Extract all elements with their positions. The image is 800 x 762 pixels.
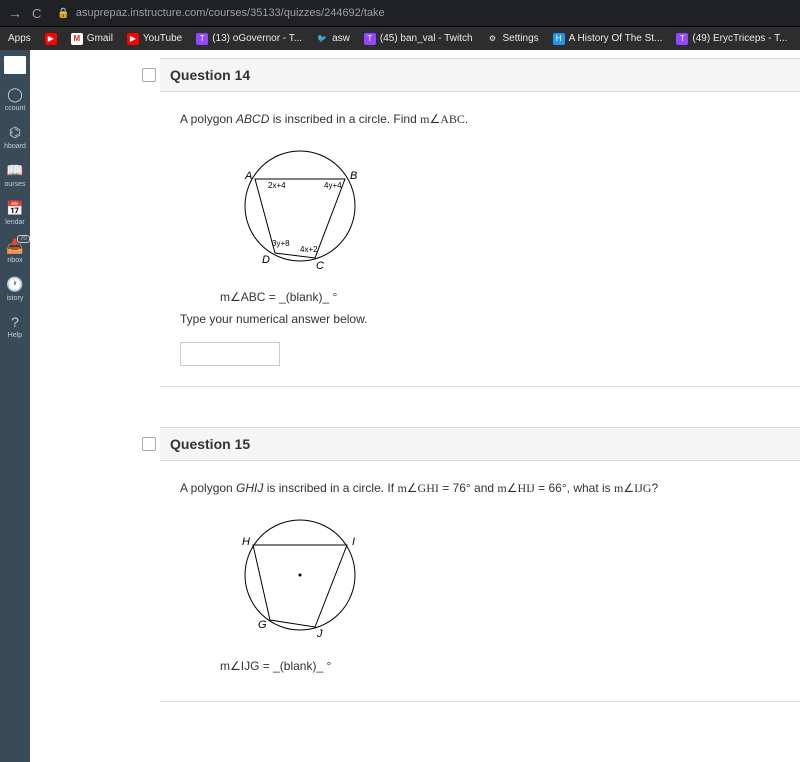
quiz-content: Question 14 A polygon ABCD is inscribed …	[30, 50, 800, 762]
svg-text:4y+4: 4y+4	[324, 181, 342, 190]
question-15-title: Question 15	[170, 436, 250, 452]
bookmark-eryc[interactable]: T(49) ErycTriceps - T...	[676, 33, 787, 45]
svg-text:B: B	[350, 170, 357, 182]
url-bar[interactable]: 🔒 asuprepaz.instructure.com/courses/3513…	[51, 5, 792, 21]
twitch-icon: T	[676, 33, 688, 45]
url-text: asuprepaz.instructure.com/courses/35133/…	[76, 7, 385, 19]
flag-question-icon[interactable]	[142, 68, 156, 82]
inbox-icon: 📥	[6, 238, 23, 255]
dashboard-icon: ⌬	[9, 124, 21, 141]
twitch-icon: T	[364, 33, 376, 45]
question-14-title: Question 14	[170, 67, 250, 83]
question-14-formula: m∠ABC = _(blank)_ °	[220, 290, 780, 304]
bookmark-history[interactable]: HA History Of The St...	[553, 33, 663, 45]
youtube-icon: ▶	[127, 33, 139, 45]
sidebar-item-calendar[interactable]: 📅 lendar	[0, 194, 30, 232]
bookmark-asw[interactable]: 🐦asw	[316, 33, 350, 45]
svg-text:J: J	[316, 628, 323, 640]
svg-text:D: D	[262, 254, 270, 266]
bookmark-youtube[interactable]: ▶YouTube	[127, 33, 182, 45]
svg-text:2x+4: 2x+4	[268, 181, 286, 190]
browser-top-bar: → C 🔒 asuprepaz.instructure.com/courses/…	[0, 0, 800, 26]
canvas-sidebar: ◯ ccount ⌬ hboard 📖 ourses 📅 lendar 📥 nb…	[0, 50, 30, 762]
question-14-answer-input[interactable]	[180, 342, 280, 366]
question-15-block: Question 15 A polygon GHIJ is inscribed …	[160, 427, 800, 702]
svg-text:I: I	[352, 536, 355, 548]
calendar-icon: 📅	[6, 200, 23, 217]
twitter-icon: 🐦	[316, 33, 328, 45]
reload-icon[interactable]: C	[32, 6, 41, 21]
lock-icon: 🔒	[57, 8, 69, 19]
svg-text:G: G	[258, 619, 267, 631]
account-icon: ◯	[7, 86, 23, 103]
history-icon: 🕐	[6, 276, 23, 293]
question-14-diagram: A B C D 2x+4 4y+4 4x+2 3y+8	[220, 141, 780, 274]
sidebar-item-history[interactable]: 🕐 istory	[0, 270, 30, 308]
history-site-icon: H	[553, 33, 565, 45]
svg-text:C: C	[316, 260, 324, 271]
svg-text:H: H	[242, 536, 250, 548]
question-14-prompt: A polygon ABCD is inscribed in a circle.…	[180, 112, 780, 127]
institution-logo[interactable]	[4, 56, 26, 74]
svg-text:4x+2: 4x+2	[300, 245, 318, 254]
sidebar-item-account[interactable]: ◯ ccount	[0, 80, 30, 118]
question-15-header: Question 15	[160, 428, 800, 461]
help-icon: ?	[11, 314, 19, 330]
bookmark-ogovernor[interactable]: T(13) oGovernor - T...	[196, 33, 302, 45]
sidebar-item-inbox[interactable]: 📥 nbox	[0, 232, 30, 270]
question-15-prompt: A polygon GHIJ is inscribed in a circle.…	[180, 481, 780, 496]
gear-icon: ⚙	[487, 33, 499, 45]
bookmark-apps[interactable]: Apps	[8, 33, 31, 44]
question-14-header: Question 14	[160, 59, 800, 92]
sidebar-item-help[interactable]: ? Help	[0, 308, 30, 345]
twitch-icon: T	[196, 33, 208, 45]
sidebar-item-dashboard[interactable]: ⌬ hboard	[0, 118, 30, 156]
bookmark-yt-shortcut[interactable]: ▶	[45, 33, 57, 45]
gmail-icon: M	[71, 33, 83, 45]
courses-icon: 📖	[6, 162, 23, 179]
bookmarks-bar: Apps ▶ MGmail ▶YouTube T(13) oGovernor -…	[0, 26, 800, 50]
bookmark-banval[interactable]: T(45) ban_val - Twitch	[364, 33, 473, 45]
youtube-play-icon: ▶	[45, 33, 57, 45]
sidebar-item-courses[interactable]: 📖 ourses	[0, 156, 30, 194]
question-14-block: Question 14 A polygon ABCD is inscribed …	[160, 58, 800, 387]
bookmark-settings[interactable]: ⚙Settings	[487, 33, 539, 45]
question-14-instruction: Type your numerical answer below.	[180, 312, 780, 326]
bookmark-gmail[interactable]: MGmail	[71, 33, 113, 45]
question-15-formula: m∠IJG = _(blank)_ °	[220, 659, 780, 673]
svg-text:A: A	[244, 170, 252, 182]
flag-question-icon[interactable]	[142, 437, 156, 451]
svg-text:3y+8: 3y+8	[272, 239, 290, 248]
back-arrow-icon[interactable]: →	[8, 5, 22, 21]
question-15-diagram: H I J G	[220, 510, 780, 643]
